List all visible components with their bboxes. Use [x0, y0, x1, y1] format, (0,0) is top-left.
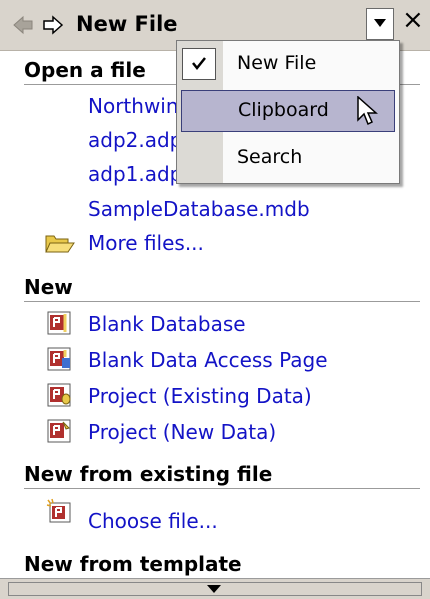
scroll-down-arrow-icon [207, 585, 221, 593]
checkmark-icon [192, 57, 206, 71]
choose-file-link[interactable]: Choose file... [88, 509, 218, 533]
task-pane-title: New File [76, 12, 178, 36]
task-pane: New File × Open a file Northwind.adp adp… [0, 0, 430, 599]
recent-file-link[interactable]: adp2.adp [88, 128, 182, 152]
section-heading-template: New from template [24, 552, 242, 576]
blank-database-icon [47, 311, 71, 335]
scroll-down-button[interactable] [8, 582, 422, 596]
scroll-area [0, 578, 430, 599]
forward-arrow-icon[interactable] [42, 14, 64, 36]
more-files-link[interactable]: More files... [88, 231, 204, 255]
project-existing-icon [47, 383, 71, 407]
close-button[interactable]: × [402, 5, 424, 35]
back-arrow-icon[interactable] [12, 14, 34, 36]
section-heading-new: New [24, 275, 420, 302]
open-folder-icon [45, 235, 75, 253]
section-heading-existing: New from existing file [24, 462, 420, 489]
data-access-page-icon [47, 347, 71, 371]
mouse-pointer-icon [357, 96, 378, 126]
menu-item-new-file[interactable]: New File [177, 43, 399, 85]
new-item-link[interactable]: Blank Data Access Page [88, 348, 328, 372]
choose-file-icon [46, 498, 71, 523]
menu-item-search[interactable]: Search [177, 137, 399, 179]
menu-item-label: Clipboard [238, 99, 329, 121]
checkmark-box [182, 48, 216, 80]
recent-file-link[interactable]: adp1.adp [88, 162, 182, 186]
new-item-link[interactable]: Blank Database [88, 312, 246, 336]
menu-item-label: Search [237, 146, 303, 168]
new-item-link[interactable]: Project (Existing Data) [88, 384, 312, 408]
project-new-icon [47, 419, 71, 443]
task-pane-menu-button[interactable] [366, 8, 394, 40]
new-item-link[interactable]: Project (New Data) [88, 420, 276, 444]
chevron-down-icon [374, 19, 386, 27]
menu-item-label: New File [237, 52, 317, 74]
recent-file-link[interactable]: SampleDatabase.mdb [88, 197, 310, 221]
